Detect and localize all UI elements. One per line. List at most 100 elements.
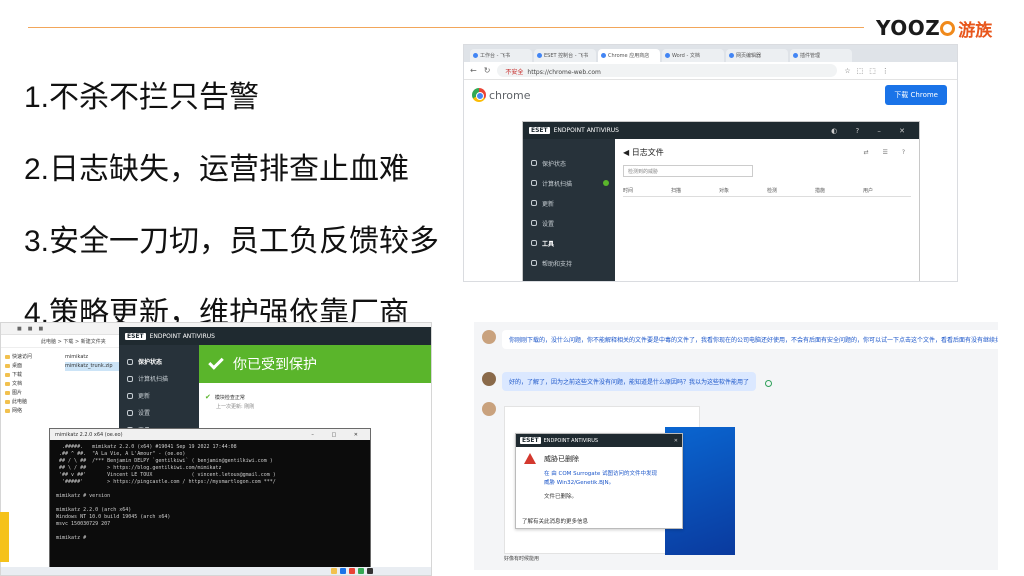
close-icon[interactable]: ✕ — [674, 438, 678, 444]
tree-item[interactable]: 文档 — [5, 380, 65, 389]
app-icon[interactable] — [358, 568, 364, 574]
toolbar-icons[interactable]: ☆⬚⬚⋮ — [844, 67, 895, 75]
file-item-selected[interactable]: mimikatz_trunk.zip — [65, 362, 121, 371]
screenshot-mimikatz-run: ■ ■ ■ 此电脑 > 下载 > 新建文件夹 快速访问 桌面 下载 文档 图片 此电… — [0, 322, 432, 576]
refresh-icon — [531, 200, 537, 206]
tree-item[interactable]: 下载 — [5, 371, 65, 380]
browser-tab[interactable]: Word - 文档 — [662, 49, 724, 62]
eset-sidebar: 保护状态 计算机扫描 更新 设置 工具 帮助和支持 — [523, 139, 615, 281]
protection-status-banner: 你已受到保护 — [199, 345, 431, 383]
log-type-select[interactable]: 检测到的威胁 — [623, 165, 753, 177]
check-icon: ✔ — [205, 393, 211, 401]
brand-logo: YOOZ 游族 — [876, 14, 992, 42]
tab-favicon-icon — [665, 53, 670, 58]
alert-result: 文件已删除。 — [544, 494, 578, 500]
eset-logo: ESET — [520, 437, 541, 444]
explorer-tree: 快速访问 桌面 下载 文档 图片 此电脑 网络 — [5, 353, 65, 416]
sidebar-item-settings[interactable]: 设置 — [523, 213, 615, 233]
sidebar-item-scan[interactable]: 计算机扫描 — [523, 173, 615, 193]
gear-icon — [531, 220, 537, 226]
tab-favicon-icon — [729, 53, 734, 58]
log-table-header: 时间 扫描 对象 检测 措施 用户 — [623, 187, 911, 197]
chat-message: 好的，了解了，因为之前这些文件没有问题，能知道是什么原因吗？我以为这些软件能用了 — [482, 372, 773, 391]
explorer-file-list: mimikatz mimikatz_trunk.zip — [65, 353, 121, 371]
warning-icon — [524, 453, 536, 464]
brand-ring-icon — [940, 20, 956, 36]
eset-logo: ESET — [125, 332, 146, 340]
taskbar-apps[interactable] — [331, 568, 373, 574]
sidebar-item-settings[interactable]: 设置 — [119, 404, 199, 421]
read-status-icon — [765, 380, 773, 387]
page-title: 日志文件 — [631, 147, 664, 157]
tab-favicon-icon — [537, 53, 542, 58]
toolbox-icon — [531, 240, 537, 246]
tree-item[interactable]: 快速访问 — [5, 353, 65, 362]
checkmark-icon — [208, 354, 224, 370]
eset-log-panel: ◀ 日志文件 ⇄ ☰ ? 检测到的威胁 时间 扫描 对象 检测 措施 用户 — [615, 139, 919, 281]
sidebar-item-scan[interactable]: 计算机扫描 — [119, 370, 199, 387]
sidebar-item-update[interactable]: 更新 — [523, 193, 615, 213]
window-controls[interactable]: ◐ ? – ✕ — [831, 127, 913, 135]
help-icon — [531, 260, 537, 266]
app-icon[interactable] — [340, 568, 346, 574]
refresh-icon — [127, 392, 133, 399]
brand-name-zh: 游族 — [958, 20, 993, 41]
back-arrow-icon[interactable]: ◀ — [623, 148, 632, 157]
terminal-icon[interactable] — [367, 568, 373, 574]
browser-tab[interactable]: ESET 控制台 - 飞书 — [534, 49, 596, 62]
module-status: ✔ 模块检查正常 上一次更新: 刚刚 — [205, 393, 255, 410]
avatar — [482, 372, 496, 386]
shield-icon — [531, 160, 537, 166]
eset-titlebar: ESET ENDPOINT ANTIVIRUS ◐ ? – ✕ — [523, 122, 919, 139]
screenshot-chat: 你刚刚下载的，没什么问题，你不能解释相关的文件要是中毒的文件了，我看你现在的公司… — [474, 322, 998, 570]
eset-titlebar: ESET ENDPOINT ANTIVIRUS — [119, 327, 431, 345]
tree-item[interactable]: 此电脑 — [5, 398, 65, 407]
tab-favicon-icon — [601, 53, 606, 58]
tree-item[interactable]: 网络 — [5, 407, 65, 416]
browser-tab[interactable]: 工作台 - 飞书 — [470, 49, 532, 62]
screenshot-chrome-eset-log: 工作台 - 飞书 ESET 控制台 - 飞书 Chrome 应用商店 Word … — [463, 44, 958, 282]
sidebar-item-tools[interactable]: 工具 — [523, 233, 615, 253]
eset-threat-alert: ESET ENDPOINT ANTIVIRUS ✕ 威胁已删除 在 由 COM … — [515, 433, 683, 529]
terminal-window: mimikatz 2.2.0 x64 (oe.eo) – □ ✕ .#####.… — [49, 428, 371, 575]
status-ok-icon — [603, 180, 609, 186]
header-divider — [28, 27, 864, 28]
message-bubble: 你刚刚下载的，没什么问题，你不能解释相关的文件要是中毒的文件了，我看你现在的公司… — [502, 330, 998, 349]
browser-tab-strip: 工作台 - 飞书 ESET 控制台 - 飞书 Chrome 应用商店 Word … — [464, 45, 957, 62]
log-actions[interactable]: ⇄ ☰ ? — [864, 149, 911, 156]
browser-tab[interactable]: 插件管理 — [790, 49, 852, 62]
eset-logo: ESET — [529, 127, 550, 134]
url-field[interactable]: 不安全 https://chrome-web.com — [497, 64, 838, 77]
issue-item: 2.日志缺失，运营排查止血难 — [24, 152, 410, 187]
sidebar-item-update[interactable]: 更新 — [119, 387, 199, 404]
browser-tab-active[interactable]: Chrome 应用商店 — [598, 49, 660, 62]
tree-item[interactable]: 桌面 — [5, 362, 65, 371]
chat-image-attachment[interactable]: ESET ENDPOINT ANTIVIRUS ✕ 威胁已删除 在 由 COM … — [504, 406, 735, 555]
sidebar-item-help[interactable]: 帮助和支持 — [523, 253, 615, 273]
learn-more-link[interactable]: 了解有关此消息的更多信息 — [522, 517, 588, 525]
browser-address-bar: ← ↻ 不安全 https://chrome-web.com ☆⬚⬚⋮ — [464, 62, 957, 80]
log-header: ◀ 日志文件 ⇄ ☰ ? — [615, 139, 919, 165]
terminal-titlebar: mimikatz 2.2.0 x64 (oe.eo) – □ ✕ — [50, 429, 370, 440]
sidebar-item-protection[interactable]: 保护状态 — [119, 353, 199, 370]
file-item[interactable]: mimikatz — [65, 353, 121, 362]
download-chrome-button[interactable]: 下载 Chrome — [885, 85, 947, 105]
reload-icon[interactable]: ↻ — [484, 66, 491, 75]
chrome-icon — [472, 88, 486, 102]
shield-icon — [127, 358, 133, 365]
eset-log-window: ESET ENDPOINT ANTIVIRUS ◐ ? – ✕ 保护状态 计算机… — [522, 121, 920, 281]
chat-message: 你刚刚下载的，没什么问题，你不能解释相关的文件要是中毒的文件了，我看你现在的公司… — [482, 330, 998, 349]
window-controls[interactable]: – □ ✕ — [311, 432, 370, 438]
tab-favicon-icon — [473, 53, 478, 58]
sidebar-item-protection[interactable]: 保护状态 — [523, 153, 615, 173]
message-bubble: 好的，了解了，因为之前这些文件没有问题，能知道是什么原因吗？我以为这些软件能用了 — [502, 372, 757, 391]
back-icon[interactable]: ← — [470, 66, 477, 75]
browser-tab[interactable]: 网页编辑器 — [726, 49, 788, 62]
alert-titlebar: ESET ENDPOINT ANTIVIRUS ✕ — [516, 434, 682, 447]
tree-item[interactable]: 图片 — [5, 389, 65, 398]
search-icon — [531, 180, 537, 186]
folder-icon[interactable] — [331, 568, 337, 574]
search-icon — [127, 375, 133, 382]
terminal-output[interactable]: .#####. mimikatz 2.2.0 (x64) #19041 Sep … — [50, 440, 370, 546]
app-icon[interactable] — [349, 568, 355, 574]
